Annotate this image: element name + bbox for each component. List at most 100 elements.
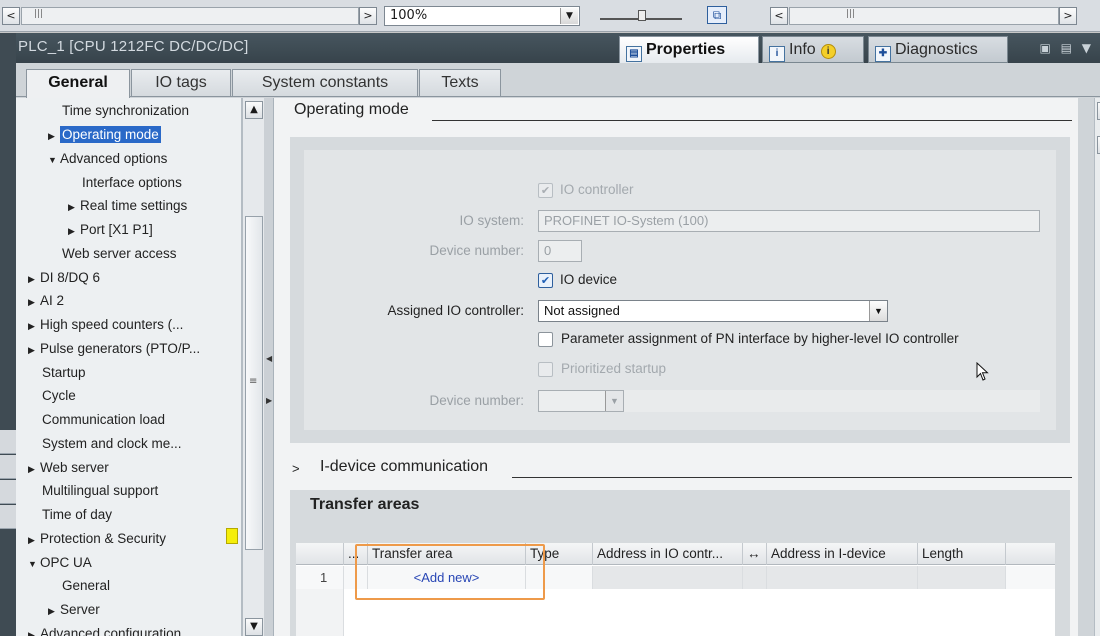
tree-item-startup[interactable]: Startup — [16, 361, 86, 384]
properties-subtabs: General IO tags System constants Texts — [16, 63, 1100, 98]
tree-item-di-dq[interactable]: ▶ DI 8/DQ 6 — [16, 266, 100, 289]
scroll-left-button[interactable]: < — [2, 7, 20, 25]
tree-item-interface-options[interactable]: Interface options — [16, 171, 182, 194]
expand-right-icon[interactable]: ▶ — [28, 624, 40, 636]
tree-item-system-clock-memory[interactable]: System and clock me... — [16, 432, 182, 455]
column-header-length[interactable]: Length — [918, 543, 1006, 565]
info-badge-icon: i — [820, 44, 836, 59]
tree-item-time-of-day[interactable]: Time of day — [16, 503, 112, 526]
collapse-down-icon[interactable]: ▼ — [48, 149, 60, 172]
expand-right-icon[interactable]: > — [292, 461, 300, 476]
io-device-checkbox[interactable]: ✔ — [538, 273, 553, 288]
scroll-grip-icon: ≡ — [249, 376, 258, 387]
tree-item-real-time-settings[interactable]: ▶ Real time settings — [16, 194, 187, 217]
scroll-up-icon[interactable]: ▲ — [245, 101, 263, 119]
inspector-title-bar: PLC_1 [CPU 1212FC DC/DC/DC] ▤ Properties … — [16, 33, 1100, 63]
assigned-controller-select[interactable]: Not assigned ▼ — [538, 300, 888, 322]
tree-item-protection-security[interactable]: ▶ Protection & Security — [16, 527, 166, 550]
scroll-down-icon[interactable]: ▼ — [245, 618, 263, 636]
scroll-right-button-2[interactable]: > — [1059, 7, 1077, 25]
tree-item-pulse-generators[interactable]: ▶ Pulse generators (PTO/P... — [16, 337, 200, 360]
io-controller-label: IO controller — [560, 182, 634, 197]
dock-segment[interactable] — [0, 480, 16, 504]
param-assignment-checkbox[interactable] — [538, 332, 553, 347]
zoom-select[interactable]: 100% ▼ — [384, 6, 580, 26]
tree-item-ai[interactable]: ▶ AI 2 — [16, 289, 64, 312]
section-heading-idevice: I-device communication — [320, 458, 489, 475]
panel-splitter[interactable]: ◀ ▶ — [264, 98, 274, 636]
expand-right-icon[interactable]: ▶ — [68, 196, 80, 219]
tree-item-multilingual-support[interactable]: Multilingual support — [16, 479, 158, 502]
tree-item-web-server[interactable]: ▶ Web server — [16, 456, 109, 479]
subtab-system-constants[interactable]: System constants — [232, 69, 418, 97]
io-device-label: IO device — [560, 272, 618, 287]
content-scrollbar[interactable]: ▲ ≡ — [1094, 98, 1100, 636]
chevron-down-icon[interactable]: ▼ — [560, 8, 578, 24]
io-system-field[interactable]: PROFINET IO-System (100) — [538, 210, 1040, 232]
tree-item-high-speed-counters[interactable]: ▶ High speed counters (... — [16, 313, 183, 336]
scroll-right-button[interactable]: > — [359, 7, 377, 25]
dock-segment[interactable] — [0, 505, 16, 529]
io-controller-checkbox[interactable]: ✔ — [538, 183, 553, 198]
tree-item-advanced-configuration[interactable]: ▶ Advanced configuration — [16, 622, 181, 636]
tree-item-web-server-access[interactable]: Web server access — [16, 242, 177, 265]
collapse-down-icon[interactable]: ▼ — [28, 553, 40, 576]
row-number: 1 — [296, 566, 344, 589]
warning-flag-icon — [226, 528, 238, 544]
expand-right-icon[interactable]: ▶ — [68, 220, 80, 243]
chevron-down-icon[interactable]: ▼ — [605, 391, 623, 411]
top-toolbar: < ||| > 100% ▼ ⧉ < ||| > — [0, 0, 1100, 32]
expand-right-icon[interactable]: ▶ — [28, 268, 40, 291]
tree-scrollbar[interactable]: ▲ ≡ ▼ — [242, 98, 264, 636]
prioritized-startup-checkbox[interactable] — [538, 362, 553, 377]
zoom-fit-icon[interactable]: ⧉ — [707, 6, 727, 24]
collapse-left-icon[interactable]: ◀ — [266, 354, 272, 363]
dock-segment[interactable] — [0, 455, 16, 479]
navigation-tree: Time synchronization ▶ Operating mode ▼ Ad… — [16, 98, 242, 636]
horizontal-scrollbar[interactable]: ||| — [21, 7, 359, 25]
expand-right-icon[interactable]: ▶ — [28, 529, 40, 552]
device-number-field[interactable]: 0 — [538, 240, 582, 262]
row-header-column — [296, 589, 344, 636]
window-controls-icon[interactable]: ▣ ▤ ▼ — [1039, 41, 1094, 55]
expand-right-icon[interactable]: ▶ — [28, 315, 40, 338]
tree-item-advanced-options[interactable]: ▼ Advanced options — [16, 147, 167, 170]
tree-item-time-synchronization[interactable]: Time synchronization — [16, 99, 189, 122]
subtab-texts[interactable]: Texts — [419, 69, 501, 97]
tree-item-cycle[interactable]: Cycle — [16, 384, 76, 407]
diagnostics-icon: ✚ — [875, 46, 891, 62]
tree-item-operating-mode[interactable]: ▶ Operating mode — [16, 123, 162, 148]
tree-item-opc-general[interactable]: General — [16, 574, 110, 597]
tab-info[interactable]: i Info i — [762, 36, 864, 63]
column-header-address-idevice[interactable]: Address in I-device — [767, 543, 918, 565]
scroll-grip-icon: ||| — [846, 9, 856, 19]
scroll-left-button-2[interactable]: < — [770, 7, 788, 25]
chevron-down-icon[interactable]: ▼ — [869, 301, 887, 321]
device-number-label: Device number: — [429, 243, 524, 258]
tree-item-opc-server[interactable]: ▶ Server — [16, 598, 100, 621]
subtab-io-tags[interactable]: IO tags — [131, 69, 231, 97]
device-number2-select[interactable]: ▼ — [538, 390, 624, 412]
zoom-slider-thumb[interactable] — [638, 10, 646, 21]
tree-item-port-x1-p1[interactable]: ▶ Port [X1 P1] — [16, 218, 153, 241]
expand-right-icon[interactable]: ▶ — [48, 125, 60, 148]
expand-right-icon[interactable]: ▶ — [266, 396, 272, 405]
scroll-grip-icon: ||| — [34, 9, 44, 19]
expand-right-icon[interactable]: ▶ — [28, 458, 40, 481]
expand-right-icon[interactable]: ▶ — [28, 339, 40, 362]
prioritized-startup-label: Prioritized startup — [561, 361, 667, 376]
info-icon: i — [769, 46, 785, 62]
expand-right-icon[interactable]: ▶ — [48, 600, 60, 623]
row-address-io-controller-cell — [593, 566, 743, 589]
tree-item-opc-ua[interactable]: ▼ OPC UA — [16, 551, 92, 574]
horizontal-scrollbar-2[interactable]: ||| — [789, 7, 1059, 25]
tab-diagnostics[interactable]: ✚ Diagnostics — [868, 36, 1008, 63]
dock-segment[interactable] — [0, 430, 16, 454]
column-header-filler — [1006, 543, 1055, 565]
tab-properties[interactable]: ▤ Properties — [619, 36, 759, 63]
tree-item-communication-load[interactable]: Communication load — [16, 408, 165, 431]
row-address-idevice-cell — [767, 566, 918, 589]
subtab-general[interactable]: General — [26, 69, 130, 98]
column-header-address-io-controller[interactable]: Address in IO contr... — [593, 543, 743, 565]
expand-right-icon[interactable]: ▶ — [28, 291, 40, 314]
